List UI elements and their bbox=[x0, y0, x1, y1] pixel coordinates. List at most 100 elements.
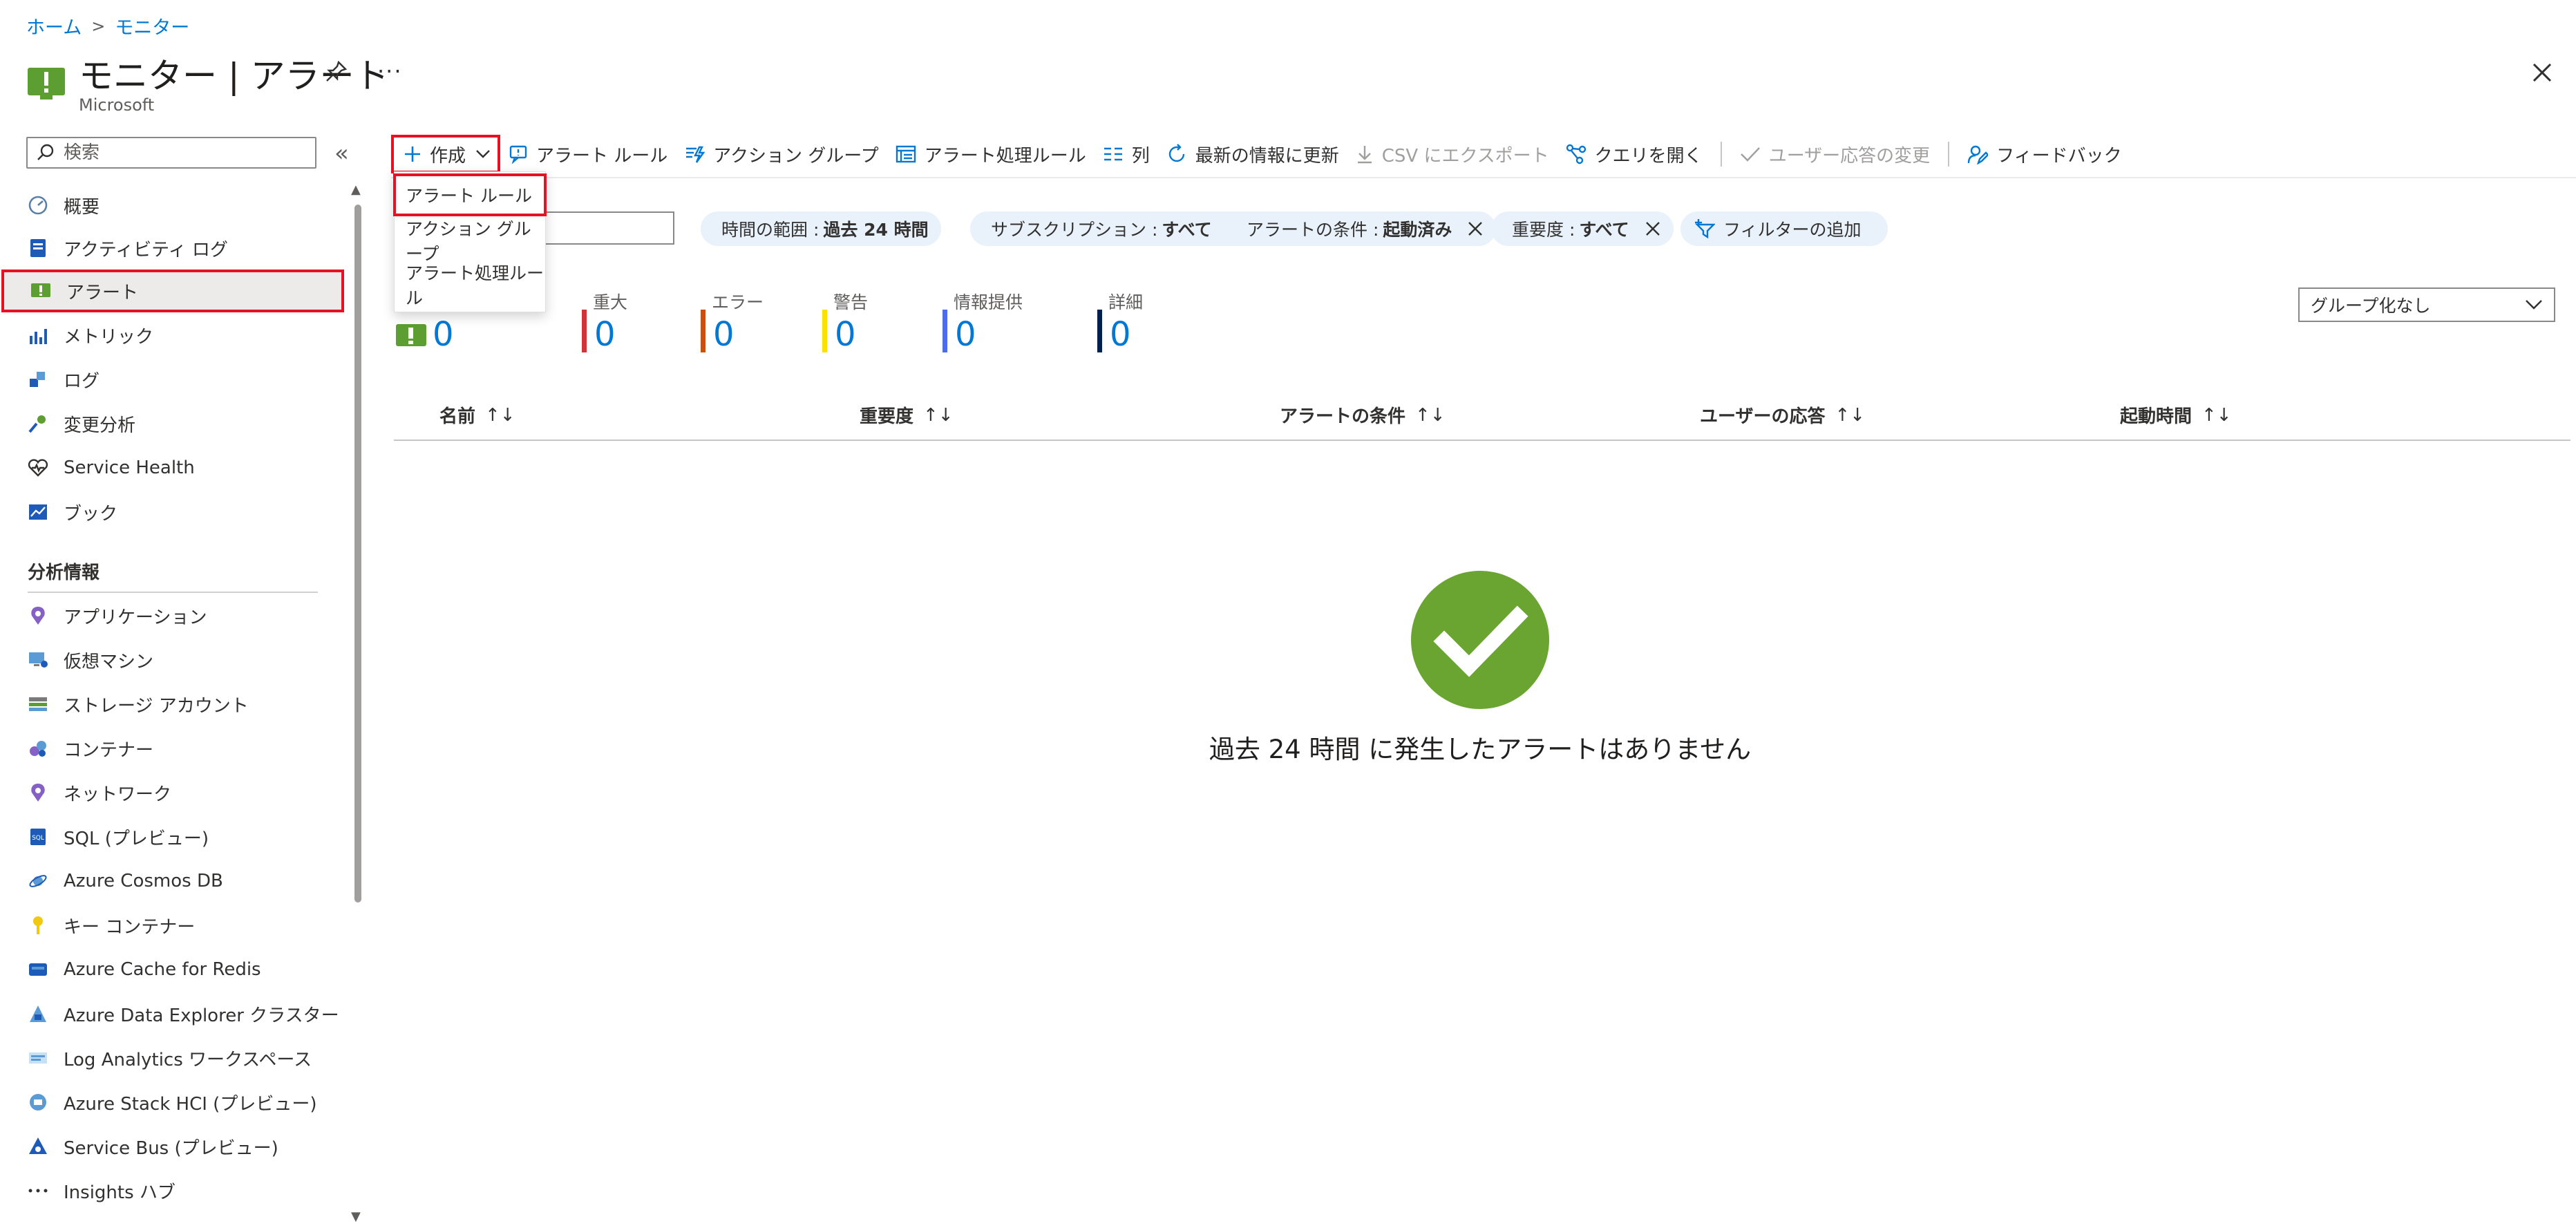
filter-pill-alert-condition[interactable]: アラートの条件 : 起動済み bbox=[1226, 211, 1497, 246]
sidebar-item-networks[interactable]: ネットワーク bbox=[1, 771, 344, 814]
breadcrumb-home-link[interactable]: ホーム bbox=[26, 12, 82, 39]
create-label: 作成 bbox=[430, 145, 466, 167]
remove-filter-icon[interactable] bbox=[1645, 220, 1661, 237]
severity-informational[interactable]: 情報提供 0 bbox=[943, 289, 1023, 354]
open-query-label: クエリを開く bbox=[1594, 145, 1703, 167]
remove-filter-icon[interactable] bbox=[1467, 220, 1484, 237]
breadcrumb-monitor-link[interactable]: モニター bbox=[115, 12, 189, 39]
sidebar-item-activity-log[interactable]: アクティビティ ログ bbox=[1, 227, 344, 270]
menu-item-alert-processing-rule[interactable]: アラート処理ルール bbox=[395, 263, 545, 308]
network-icon bbox=[26, 781, 50, 804]
activity-log-icon bbox=[26, 236, 50, 260]
column-header-alert-condition[interactable]: アラートの条件 ↑↓ bbox=[1280, 402, 1446, 428]
action-groups-button[interactable]: アクション グループ bbox=[676, 135, 887, 173]
sidebar-item-log-analytics[interactable]: Log Analytics ワークスペース bbox=[1, 1037, 344, 1079]
columns-button[interactable]: 列 bbox=[1095, 135, 1158, 173]
alerts-icon bbox=[29, 279, 53, 303]
open-query-button[interactable]: クエリを開く bbox=[1557, 135, 1711, 173]
sidebar-item-label: ブック bbox=[64, 503, 118, 525]
sidebar-item-label: ストレージ アカウント bbox=[64, 695, 249, 717]
severity-count: 0 bbox=[955, 315, 976, 354]
column-header-name[interactable]: 名前 ↑↓ bbox=[439, 402, 515, 428]
sidebar-item-data-explorer[interactable]: Azure Data Explorer クラスター bbox=[1, 992, 344, 1035]
total-alerts-count[interactable]: 0 bbox=[433, 315, 454, 354]
sidebar-item-insights-hub[interactable]: Insights ハブ bbox=[1, 1169, 344, 1212]
sidebar-item-virtual-machines[interactable]: 仮想マシン bbox=[1, 639, 344, 681]
grouping-dropdown[interactable]: グループ化なし bbox=[2298, 287, 2555, 322]
sidebar-scrollbar-thumb[interactable] bbox=[354, 205, 361, 903]
sidebar-item-applications[interactable]: アプリケーション bbox=[1, 594, 344, 637]
menu-item-alert-rule[interactable]: アラート ルール bbox=[393, 173, 547, 216]
severity-count: 0 bbox=[1110, 315, 1131, 354]
service-bus-icon bbox=[26, 1135, 50, 1158]
filter-pill-subscription[interactable]: サブスクリプション : すべて bbox=[970, 211, 1256, 246]
severity-critical[interactable]: 重大 0 bbox=[582, 289, 627, 354]
collapse-sidebar-icon[interactable]: « bbox=[334, 140, 349, 167]
sidebar-item-label: アクティビティ ログ bbox=[64, 239, 228, 261]
sidebar-item-key-vault[interactable]: キー コンテナー bbox=[1, 904, 344, 947]
change-user-response-button[interactable]: ユーザー応答の変更 bbox=[1732, 135, 1938, 173]
monitor-alerts-icon bbox=[26, 62, 66, 102]
severity-warning[interactable]: 警告 0 bbox=[822, 289, 868, 354]
filter-search-input[interactable] bbox=[531, 211, 674, 245]
toolbar: 作成 アラート ルール アクション グループ アラート処理ルール 列 最新の情報… bbox=[391, 133, 2130, 176]
severity-bar bbox=[822, 310, 827, 352]
column-header-fired-time[interactable]: 起動時間 ↑↓ bbox=[2120, 402, 2232, 428]
refresh-button[interactable]: 最新の情報に更新 bbox=[1158, 135, 1347, 173]
scroll-down-arrow[interactable]: ▼ bbox=[351, 1209, 361, 1224]
sidebar-item-service-health[interactable]: Service Health bbox=[1, 446, 344, 489]
feedback-button[interactable]: フィードバック bbox=[1959, 135, 2130, 173]
close-icon[interactable] bbox=[2530, 61, 2554, 84]
sidebar-item-logs[interactable]: ログ bbox=[1, 358, 344, 401]
feedback-label: フィードバック bbox=[1996, 145, 2122, 167]
sidebar-item-redis[interactable]: Azure Cache for Redis bbox=[1, 948, 344, 991]
sidebar-search-box[interactable] bbox=[26, 137, 316, 169]
add-filter-button[interactable]: フィルターの追加 bbox=[1680, 211, 1888, 246]
action-group-icon bbox=[684, 144, 705, 164]
sidebar-item-change-analysis[interactable]: 変更分析 bbox=[1, 402, 344, 445]
severity-bar bbox=[701, 310, 705, 352]
sidebar-item-storage-accounts[interactable]: ストレージ アカウント bbox=[1, 683, 344, 726]
toolbar-separator bbox=[1948, 142, 1950, 167]
scroll-up-arrow[interactable]: ▲ bbox=[351, 182, 361, 197]
column-label: アラートの条件 bbox=[1280, 406, 1406, 427]
filter-pill-severity[interactable]: 重要度 : すべて bbox=[1491, 211, 1674, 246]
org-name: Microsoft bbox=[79, 95, 155, 115]
checkmark-icon bbox=[1740, 146, 1761, 162]
sidebar-item-cosmos-db[interactable]: Azure Cosmos DB bbox=[1, 860, 344, 903]
key-icon bbox=[26, 914, 50, 937]
success-checkmark-icon bbox=[1411, 571, 1549, 709]
menu-item-action-group[interactable]: アクション グループ bbox=[395, 219, 545, 264]
pin-icon[interactable] bbox=[325, 59, 348, 83]
sidebar-item-label: 仮想マシン bbox=[64, 651, 154, 672]
filter-value: 起動済み bbox=[1383, 220, 1452, 240]
add-filter-icon bbox=[1694, 219, 1715, 238]
sidebar-item-label: ログ bbox=[64, 370, 100, 392]
severity-label: エラー bbox=[712, 292, 764, 312]
sidebar-item-workbooks[interactable]: ブック bbox=[1, 491, 344, 533]
alert-processing-rules-button[interactable]: アラート処理ルール bbox=[887, 135, 1095, 173]
severity-verbose[interactable]: 詳細 0 bbox=[1097, 289, 1143, 354]
sidebar-item-metrics[interactable]: メトリック bbox=[1, 314, 344, 357]
filter-pill-time-range[interactable]: 時間の範囲 : 過去 24 時間 bbox=[701, 211, 941, 246]
create-button[interactable]: 作成 bbox=[391, 135, 501, 173]
sidebar-item-alerts[interactable]: アラート bbox=[1, 270, 344, 312]
sidebar-item-overview[interactable]: 概要 bbox=[1, 184, 344, 227]
sidebar-item-stack-hci[interactable]: Azure Stack HCI (プレビュー) bbox=[1, 1081, 344, 1124]
alert-rules-button[interactable]: アラート ルール bbox=[500, 135, 676, 173]
toolbar-separator bbox=[1720, 142, 1722, 167]
sidebar-item-service-bus[interactable]: Service Bus (プレビュー) bbox=[1, 1125, 344, 1168]
severity-error[interactable]: エラー 0 bbox=[701, 289, 764, 354]
column-header-user-response[interactable]: ユーザーの応答 ↑↓ bbox=[1700, 402, 1865, 428]
overview-icon bbox=[26, 193, 50, 217]
sidebar-item-sql[interactable]: SQL SQL (プレビュー) bbox=[1, 815, 344, 858]
sidebar-item-containers[interactable]: コンテナー bbox=[1, 727, 344, 770]
sidebar-search-input[interactable] bbox=[62, 142, 300, 164]
export-csv-button[interactable]: CSV にエクスポート bbox=[1347, 135, 1557, 173]
change-analysis-icon bbox=[26, 412, 50, 435]
severity-bar bbox=[943, 310, 947, 352]
more-options-icon[interactable]: ··· bbox=[377, 58, 403, 84]
sidebar-item-label: SQL (プレビュー) bbox=[64, 828, 209, 849]
action-groups-label: アクション グループ bbox=[713, 145, 879, 167]
column-header-severity[interactable]: 重要度 ↑↓ bbox=[860, 402, 954, 428]
